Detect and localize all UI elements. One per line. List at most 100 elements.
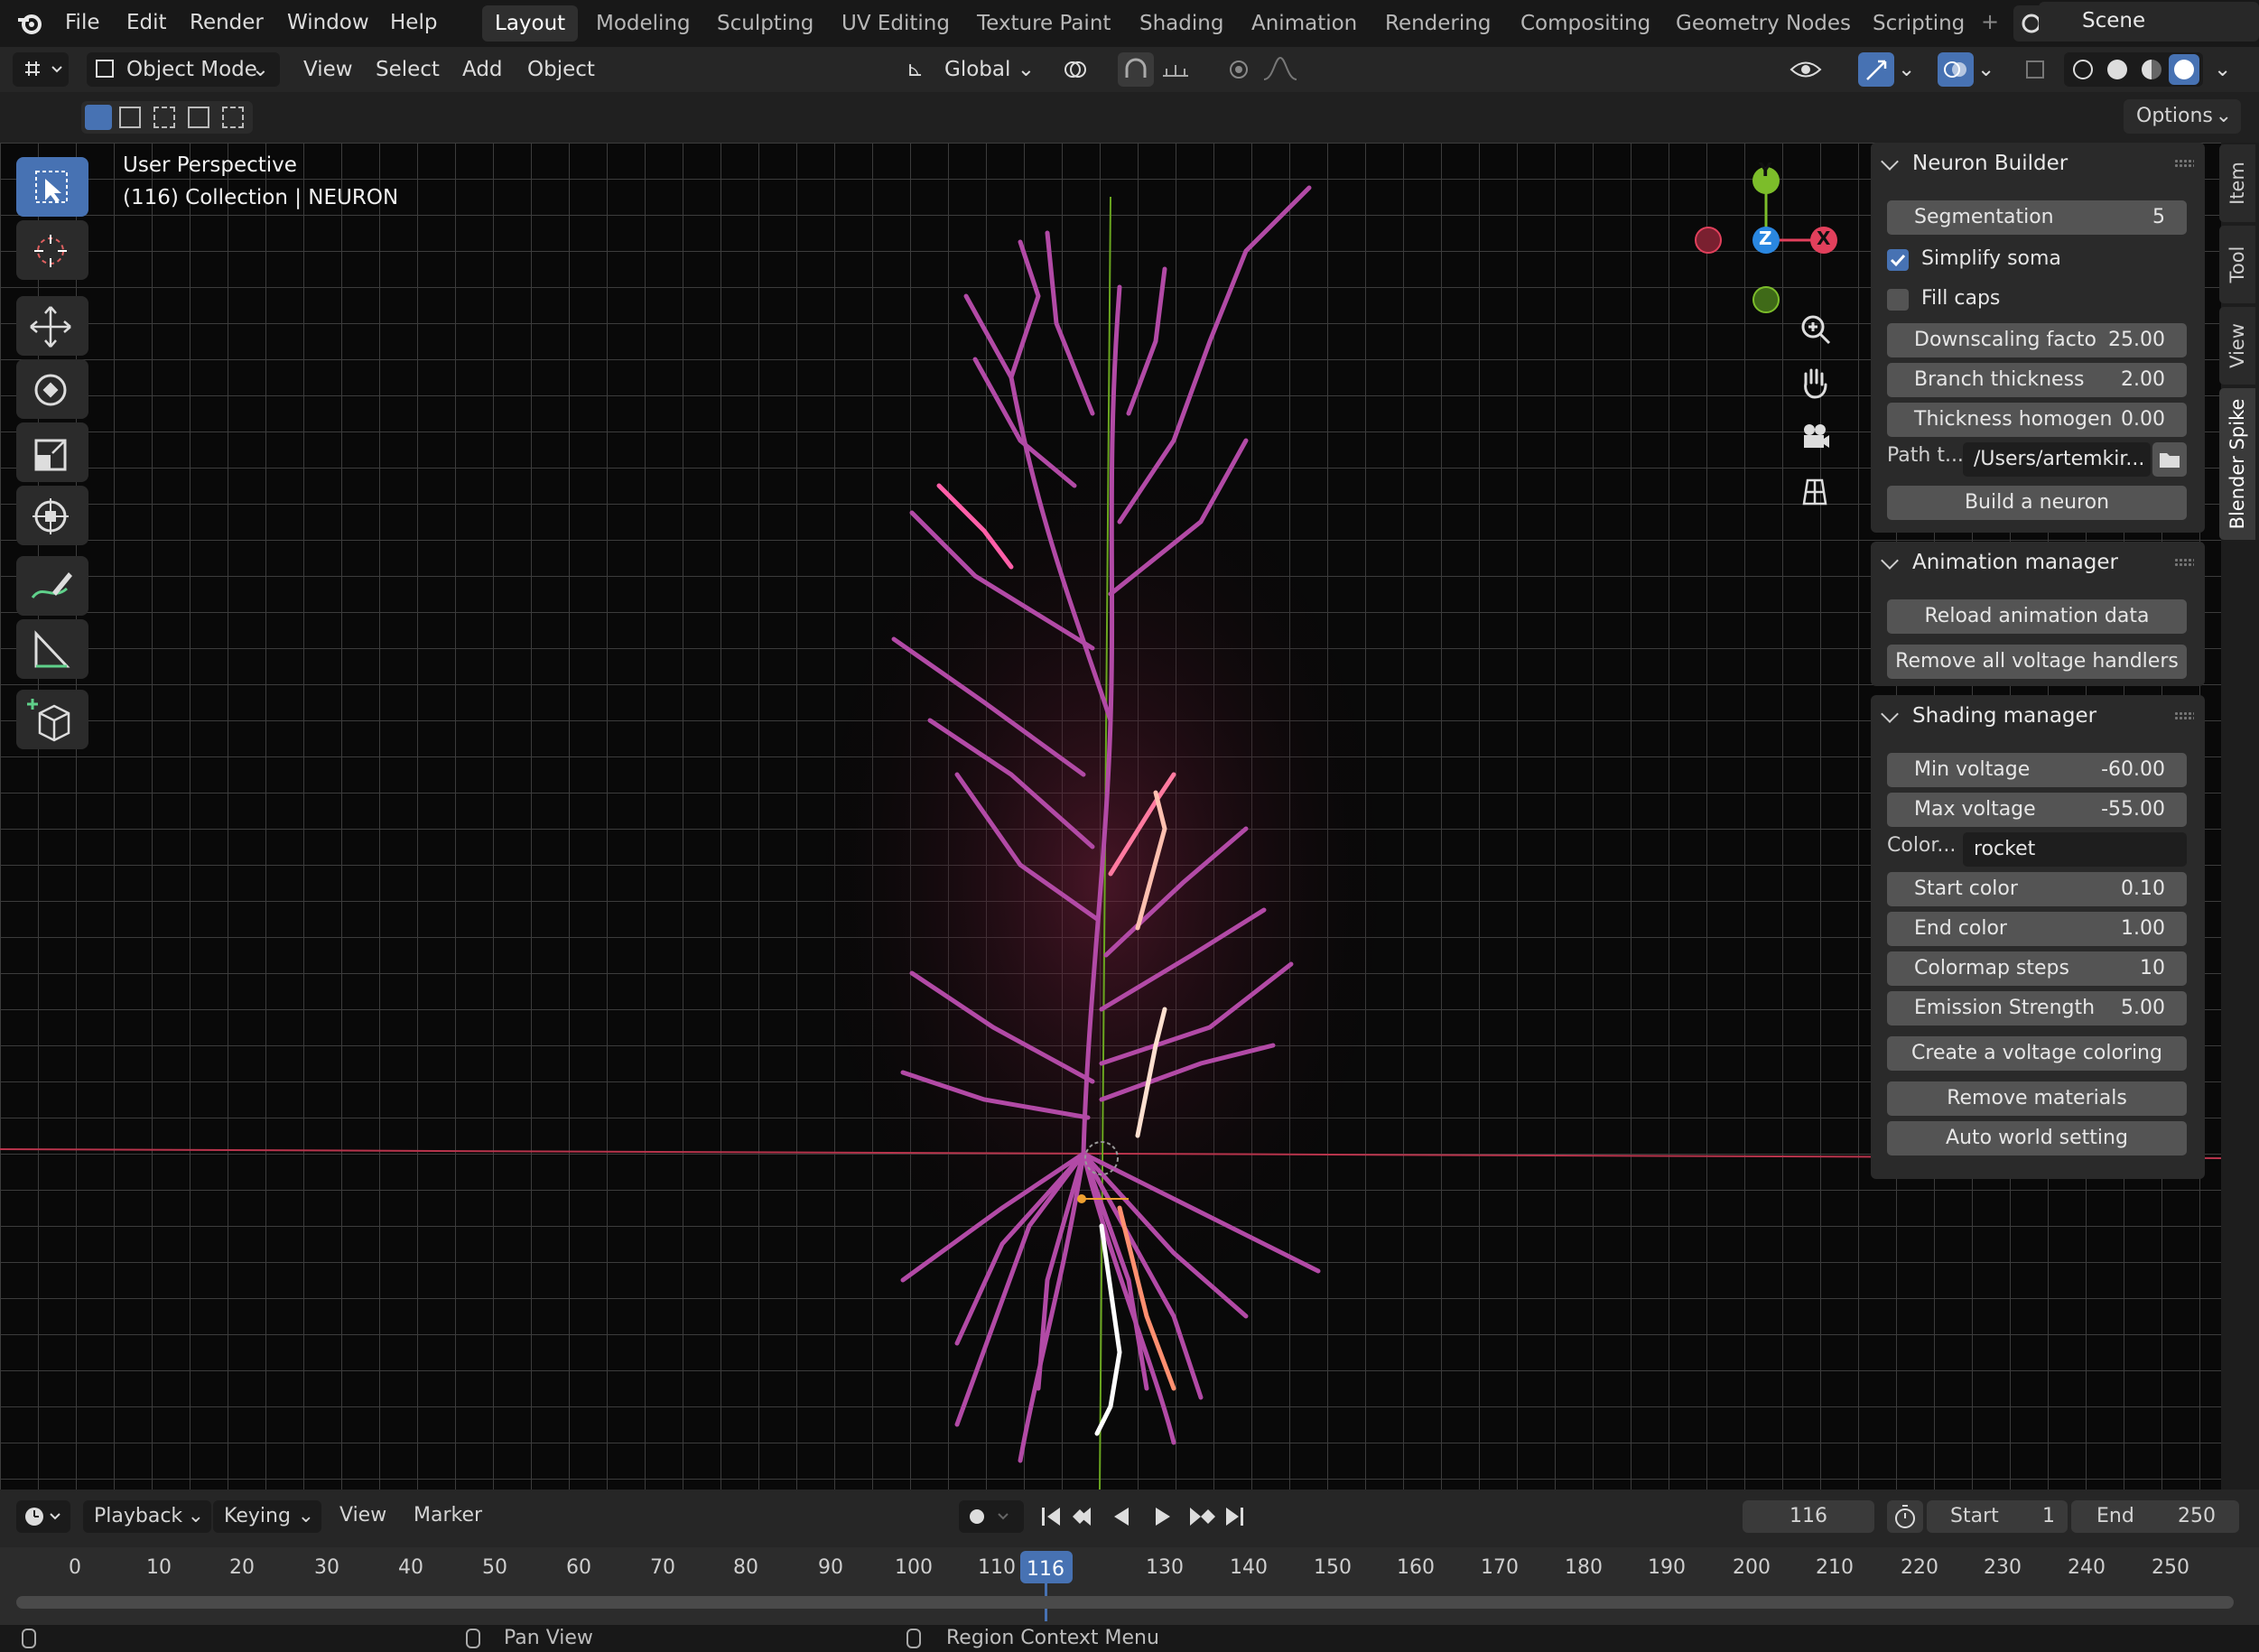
- gizmo-neg-x-icon[interactable]: [1695, 227, 1722, 254]
- gizmo-neg-y-icon[interactable]: [1752, 286, 1780, 313]
- drag-handle-icon[interactable]: [2174, 159, 2194, 168]
- remove-materials-button[interactable]: Remove materials: [1887, 1081, 2187, 1116]
- drag-handle-icon[interactable]: [2174, 711, 2194, 720]
- mode-selector[interactable]: Object Mode ⌄: [87, 52, 280, 87]
- menu-select[interactable]: Select: [376, 52, 440, 87]
- thickness-homogen-field[interactable]: Thickness homogen 0.00: [1887, 403, 2187, 437]
- segmentation-field[interactable]: Segmentation 5: [1887, 200, 2187, 235]
- tab-blender-spike[interactable]: Blender Spike: [2219, 388, 2255, 540]
- transform-orientation-dropdown[interactable]: ⊾ Global ⌄: [899, 52, 1040, 87]
- select-extend-icon[interactable]: [119, 107, 141, 128]
- material-shading-icon[interactable]: [2142, 60, 2161, 79]
- colormap-steps-field[interactable]: Colormap steps 10: [1887, 951, 2187, 986]
- menu-view[interactable]: View: [303, 52, 353, 87]
- select-new-icon[interactable]: [85, 105, 112, 130]
- measure-tool-icon[interactable]: [16, 619, 88, 679]
- tab-layout[interactable]: Layout: [482, 5, 579, 42]
- menu-file[interactable]: File: [65, 0, 100, 47]
- add-workspace-icon[interactable]: +: [1981, 9, 1999, 34]
- reload-animation-button[interactable]: Reload animation data: [1887, 599, 2187, 634]
- select-intersect-icon[interactable]: [222, 107, 244, 128]
- camera-view-icon[interactable]: [1793, 415, 1836, 459]
- snap-target-icon[interactable]: [1157, 52, 1210, 87]
- create-voltage-coloring-button[interactable]: Create a voltage coloring: [1887, 1036, 2187, 1071]
- chevron-down-icon[interactable]: ⌄: [1977, 52, 1994, 87]
- tab-tool[interactable]: Tool: [2219, 226, 2255, 303]
- wireframe-shading-icon[interactable]: [2073, 60, 2093, 79]
- menu-render[interactable]: Render: [190, 0, 264, 47]
- tab-geometry-nodes[interactable]: Geometry Nodes: [1663, 5, 1864, 42]
- rotate-tool-icon[interactable]: [16, 359, 88, 419]
- timeline-marker-menu[interactable]: Marker: [414, 1504, 482, 1527]
- solid-shading-icon[interactable]: [2107, 60, 2127, 79]
- shading-manager-title[interactable]: Shading manager: [1871, 695, 2096, 737]
- tab-item[interactable]: Item: [2219, 144, 2255, 222]
- snap-toggle-icon[interactable]: [1118, 52, 1154, 87]
- pan-hand-icon[interactable]: [1793, 361, 1836, 404]
- keying-menu[interactable]: Keying ⌄: [213, 1500, 321, 1533]
- stopwatch-icon[interactable]: [1887, 1500, 1923, 1533]
- overlays-toggle-icon[interactable]: [1938, 52, 1974, 87]
- chevron-down-icon[interactable]: ⌄: [2214, 52, 2231, 87]
- start-frame-field[interactable]: Start 1: [1927, 1500, 2068, 1533]
- tab-modeling[interactable]: Modeling: [583, 5, 703, 42]
- min-voltage-field[interactable]: Min voltage -60.00: [1887, 753, 2187, 787]
- tab-uv-editing[interactable]: UV Editing: [829, 5, 962, 42]
- rendered-shading-icon[interactable]: [2169, 54, 2199, 85]
- xray-toggle-icon[interactable]: [2019, 52, 2051, 87]
- move-tool-icon[interactable]: [16, 296, 88, 356]
- simplify-soma-checkbox[interactable]: [1887, 249, 1909, 271]
- annotate-tool-icon[interactable]: [16, 556, 88, 616]
- tab-sculpting[interactable]: Sculpting: [704, 5, 826, 42]
- tab-shading[interactable]: Shading: [1127, 5, 1236, 42]
- colormap-field[interactable]: rocket: [1963, 832, 2187, 867]
- tab-rendering[interactable]: Rendering: [1372, 5, 1503, 42]
- tab-compositing[interactable]: Compositing: [1508, 5, 1663, 42]
- options-dropdown[interactable]: Options ⌄: [2124, 99, 2241, 134]
- visibility-eye-icon[interactable]: [1788, 52, 1842, 87]
- gizmo-toggle-icon[interactable]: [1858, 52, 1894, 87]
- emission-strength-field[interactable]: Emission Strength 5.00: [1887, 991, 2187, 1026]
- scale-tool-icon[interactable]: [16, 422, 88, 482]
- tab-texture-paint[interactable]: Texture Paint: [964, 5, 1123, 42]
- simplify-soma-label[interactable]: Simplify soma: [1921, 247, 2061, 270]
- menu-window[interactable]: Window: [287, 0, 369, 47]
- end-color-field[interactable]: End color 1.00: [1887, 912, 2187, 946]
- timeline-view-menu[interactable]: View: [339, 1504, 386, 1527]
- animation-manager-title[interactable]: Animation manager: [1871, 542, 2118, 583]
- add-cube-tool-icon[interactable]: [16, 690, 88, 749]
- folder-icon[interactable]: [2152, 442, 2187, 477]
- auto-world-setting-button[interactable]: Auto world setting: [1887, 1121, 2187, 1155]
- clock-editor-icon[interactable]: [16, 1500, 70, 1533]
- max-voltage-field[interactable]: Max voltage -55.00: [1887, 793, 2187, 827]
- falloff-icon[interactable]: [1259, 52, 1313, 87]
- start-color-field[interactable]: Start color 0.10: [1887, 872, 2187, 906]
- playback-menu[interactable]: Playback ⌄: [83, 1500, 211, 1533]
- branch-thickness-field[interactable]: Branch thickness 2.00: [1887, 363, 2187, 397]
- tab-animation[interactable]: Animation: [1239, 5, 1370, 42]
- downscaling-field[interactable]: Downscaling facto 25.00: [1887, 323, 2187, 357]
- path-field[interactable]: /Users/artemkir...: [1963, 442, 2151, 477]
- proportional-edit-icon[interactable]: [1222, 52, 1255, 87]
- tab-scripting[interactable]: Scripting: [1860, 5, 1977, 42]
- select-box-tool-icon[interactable]: [16, 157, 88, 217]
- select-invert-icon[interactable]: [188, 107, 209, 128]
- menu-help[interactable]: Help: [390, 0, 437, 47]
- cursor-tool-icon[interactable]: [16, 220, 88, 280]
- menu-object[interactable]: Object: [527, 52, 595, 87]
- fill-caps-checkbox[interactable]: [1887, 289, 1909, 311]
- current-frame-field[interactable]: 116: [1743, 1500, 1874, 1533]
- neuron-builder-title[interactable]: Neuron Builder: [1871, 143, 2068, 184]
- blender-logo-icon[interactable]: [16, 9, 45, 38]
- build-neuron-button[interactable]: Build a neuron: [1887, 486, 2187, 520]
- timeline-scrollbar[interactable]: [16, 1596, 2234, 1609]
- select-subtract-icon[interactable]: [153, 107, 175, 128]
- transform-tool-icon[interactable]: [16, 486, 88, 545]
- zoom-icon[interactable]: [1793, 307, 1836, 350]
- scene-name-field[interactable]: Scene: [2039, 2, 2259, 42]
- chevron-down-icon[interactable]: ⌄: [1898, 52, 1915, 87]
- menu-add[interactable]: Add: [462, 52, 503, 87]
- remove-voltage-handlers-button[interactable]: Remove all voltage handlers: [1887, 645, 2187, 679]
- record-icon[interactable]: [959, 1500, 1024, 1533]
- end-frame-field[interactable]: End 250: [2071, 1500, 2239, 1533]
